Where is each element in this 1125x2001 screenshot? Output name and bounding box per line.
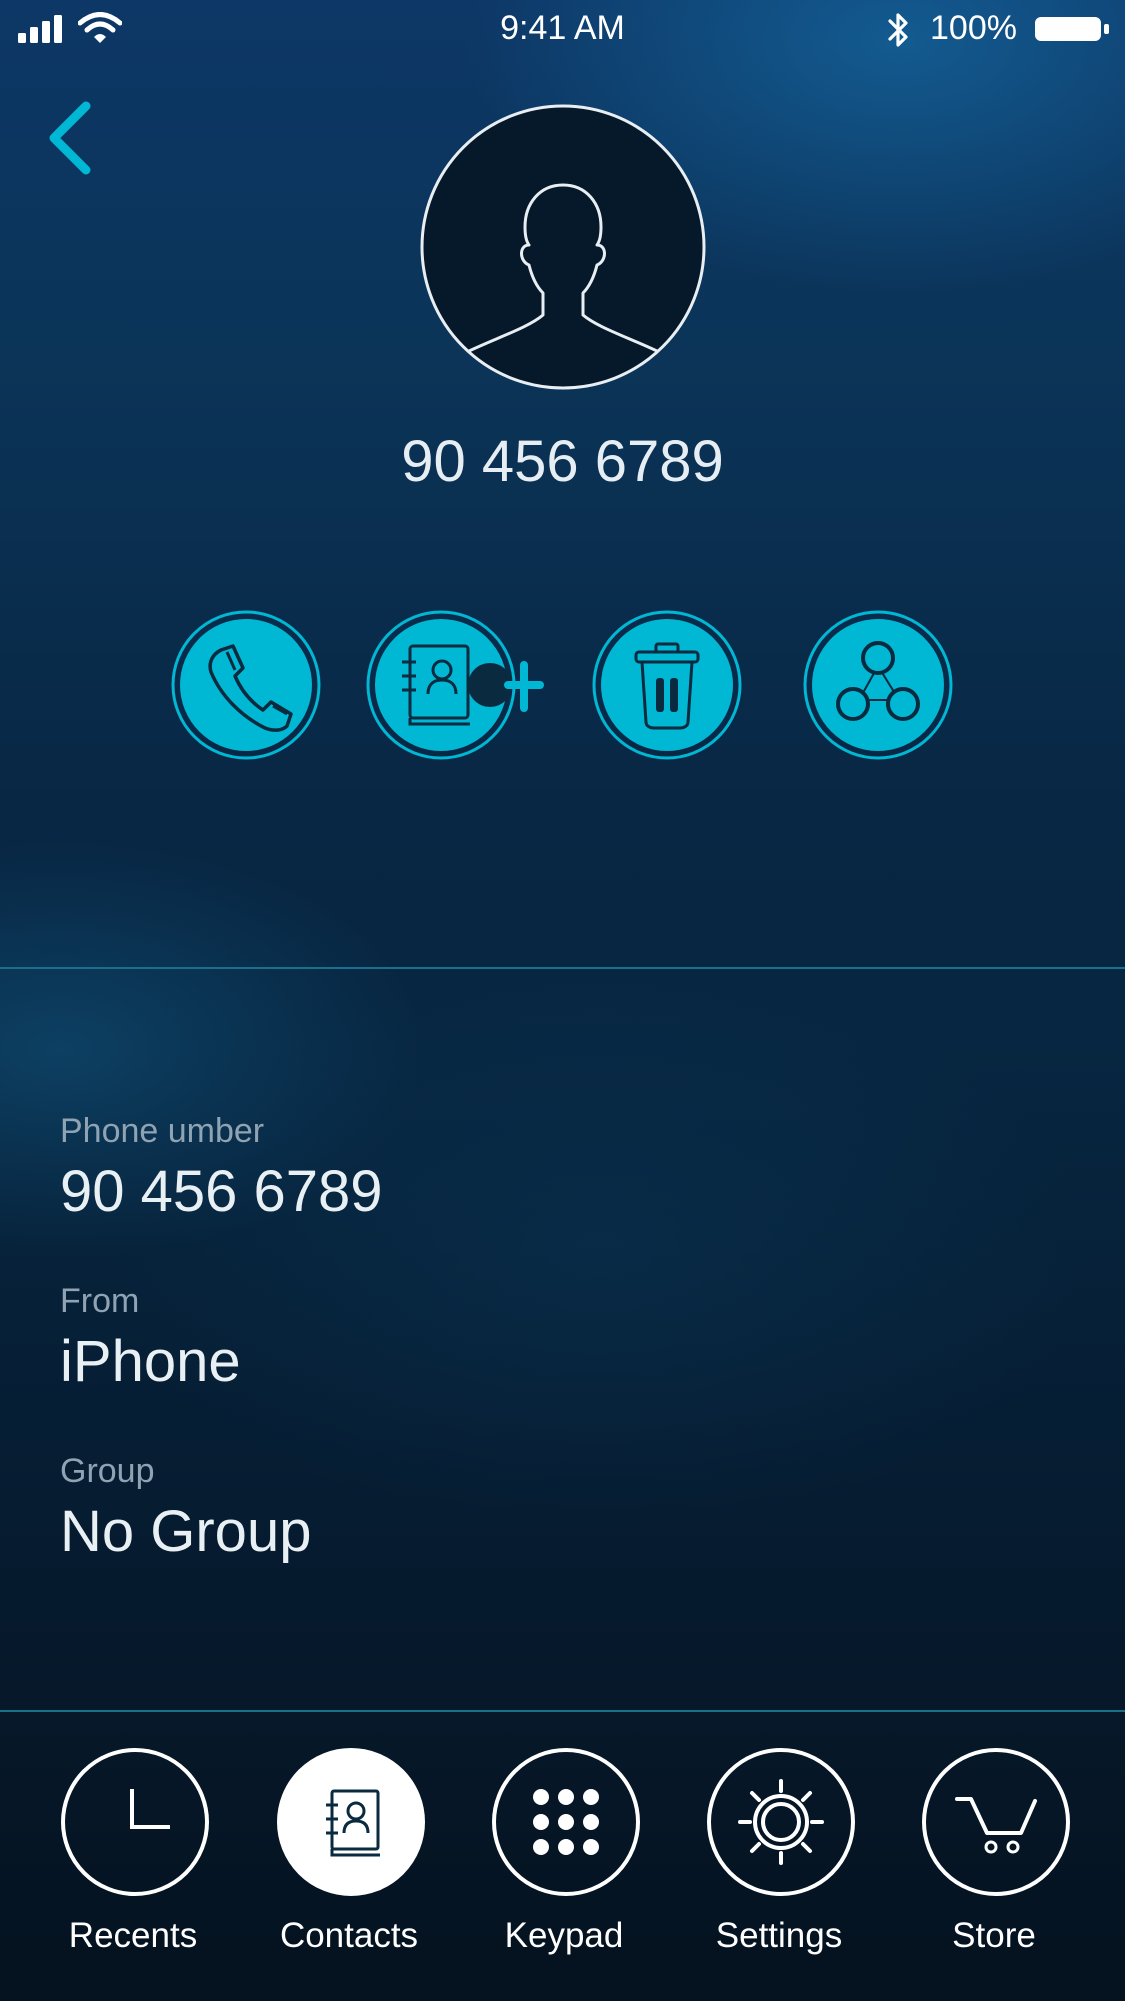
from-label: From	[60, 1282, 140, 1320]
status-bar: 9:41 AM 100%	[0, 0, 1125, 60]
tab-settings-label: Settings	[715, 1916, 843, 1955]
avatar	[420, 104, 706, 390]
tab-recents[interactable]: Recents	[48, 1748, 218, 1988]
contact-number-title: 90 456 6789	[401, 429, 724, 494]
phone-icon	[171, 610, 321, 760]
tab-contacts-label: Contacts	[279, 1916, 419, 1955]
back-button[interactable]	[40, 98, 100, 178]
contact-detail-screen: 9:41 AM 100% 90 456 6789 Phone umber 90 …	[0, 0, 1125, 2001]
chevron-left-icon	[49, 101, 91, 175]
group-value: No Group	[60, 1499, 312, 1564]
cart-icon	[955, 1797, 1037, 1854]
call-button[interactable]	[171, 610, 321, 760]
group-label: Group	[60, 1452, 155, 1490]
tab-recents-label: Recents	[68, 1916, 198, 1955]
add-contact-icon	[366, 610, 544, 760]
phone-number-label: Phone umber	[60, 1112, 265, 1150]
battery-percentage: 100%	[930, 9, 1017, 47]
section-divider	[0, 967, 1125, 969]
tab-keypad-label: Keypad	[504, 1916, 624, 1955]
tab-settings[interactable]: Settings	[694, 1748, 864, 1988]
phone-number-value: 90 456 6789	[60, 1159, 383, 1224]
settings-icon	[738, 1779, 824, 1865]
trash-icon	[592, 610, 742, 760]
add-to-contacts-button[interactable]	[366, 610, 556, 760]
tab-store-label: Store	[952, 1916, 1036, 1955]
clock-icon	[130, 1789, 170, 1829]
tab-contacts[interactable]: Contacts	[264, 1748, 434, 1988]
tab-store[interactable]: Store	[909, 1748, 1079, 1988]
delete-button[interactable]	[592, 610, 742, 760]
share-icon	[803, 610, 953, 760]
share-button[interactable]	[803, 610, 953, 760]
tab-keypad[interactable]: Keypad	[479, 1748, 649, 1988]
tab-bar-divider	[0, 1710, 1125, 1712]
from-value: iPhone	[60, 1329, 241, 1394]
contacts-icon	[326, 1789, 380, 1857]
keypad-icon	[533, 1789, 599, 1855]
bluetooth-icon	[888, 13, 908, 47]
battery-icon	[1035, 17, 1109, 41]
